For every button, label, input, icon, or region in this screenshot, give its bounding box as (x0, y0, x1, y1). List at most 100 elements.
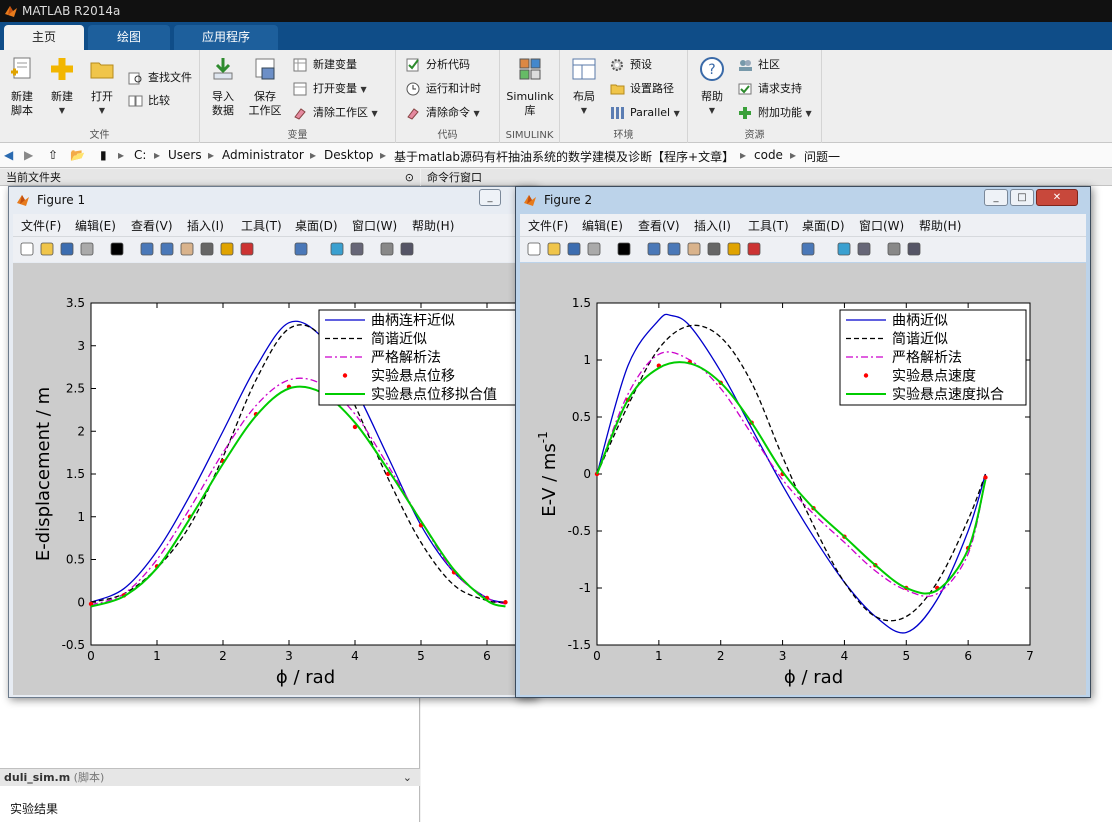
editor-details-header[interactable]: duli_sim.m (脚本) ⌄ (0, 768, 420, 786)
compare-label: 比较 (148, 94, 170, 107)
open-file-icon[interactable] (39, 241, 55, 257)
data-cursor-icon[interactable] (726, 241, 742, 257)
menu-tools[interactable]: 工具(T) (748, 217, 789, 234)
simulink-library-button[interactable]: Simulink 库 (504, 54, 556, 118)
preferences-button[interactable]: 预设 (610, 55, 652, 75)
layout-button[interactable]: 布局 ▼ (564, 54, 604, 118)
menu-desktop[interactable]: 桌面(D) (295, 217, 338, 234)
breadcrumb-c[interactable]: C: (134, 148, 146, 162)
zoom-in-icon[interactable] (139, 241, 155, 257)
colorbar-icon[interactable] (329, 241, 345, 257)
pointer-icon[interactable] (616, 241, 632, 257)
breadcrumb-code[interactable]: code (754, 148, 783, 162)
menu-help[interactable]: 帮助(H) (412, 217, 454, 234)
figure-2-titlebar[interactable]: Figure 2 _ □ ✕ (516, 187, 1090, 213)
link-plot-icon[interactable] (800, 241, 816, 257)
clear-workspace-button[interactable]: 清除工作区 ▼ (293, 103, 378, 123)
menu-file[interactable]: 文件(F) (21, 217, 61, 234)
root-folder-icon[interactable]: ▮ (100, 148, 107, 162)
new-button[interactable]: 新建 ▼ (42, 54, 82, 118)
menu-insert[interactable]: 插入(I) (694, 217, 731, 234)
new-figure-icon[interactable] (526, 241, 542, 257)
breadcrumb-users[interactable]: Users (168, 148, 202, 162)
tab-apps[interactable]: 应用程序 (174, 25, 278, 50)
print-icon[interactable] (586, 241, 602, 257)
help-button[interactable]: ? 帮助 ▼ (692, 54, 732, 118)
menu-desktop[interactable]: 桌面(D) (802, 217, 845, 234)
menu-help[interactable]: 帮助(H) (919, 217, 961, 234)
menu-view[interactable]: 查看(V) (638, 217, 680, 234)
rotate-3d-icon[interactable] (706, 241, 722, 257)
minimize-button[interactable]: _ (984, 189, 1008, 206)
save-workspace-button[interactable]: 保存 工作区 (245, 54, 285, 118)
show-plot-tools-icon[interactable] (399, 241, 415, 257)
menu-window[interactable]: 窗口(W) (859, 217, 904, 234)
pan-icon[interactable] (686, 241, 702, 257)
legend-icon[interactable] (349, 241, 365, 257)
menu-file[interactable]: 文件(F) (528, 217, 568, 234)
breadcrumb-administrator[interactable]: Administrator (222, 148, 304, 162)
open-variable-button[interactable]: 打开变量 ▼ (293, 79, 367, 99)
tab-home[interactable]: 主页 (4, 25, 84, 50)
menu-edit[interactable]: 编辑(E) (582, 217, 623, 234)
hide-plot-tools-icon[interactable] (379, 241, 395, 257)
request-support-button[interactable]: 请求支持 (738, 79, 802, 99)
figure-1-window[interactable]: Figure 1 _ 文件(F) 编辑(E) 查看(V) 插入(I) 工具(T) 桌面(D… (8, 186, 536, 698)
new-variable-button[interactable]: 新建变量 (293, 55, 357, 75)
community-button[interactable]: 社区 (738, 55, 780, 75)
add-ons-button[interactable]: 附加功能 ▼ (738, 103, 812, 123)
zoom-in-icon[interactable] (646, 241, 662, 257)
menu-insert[interactable]: 插入(I) (187, 217, 224, 234)
show-plot-tools-icon[interactable] (906, 241, 922, 257)
zoom-out-icon[interactable] (666, 241, 682, 257)
minimize-button[interactable]: _ (479, 189, 501, 206)
figure-1-titlebar[interactable]: Figure 1 _ (9, 187, 535, 213)
legend-label: 曲柄连杆近似 (371, 313, 455, 329)
rotate-3d-icon[interactable] (199, 241, 215, 257)
breadcrumb-project[interactable]: 基于matlab源码有杆抽油系统的数学建模及诊断【程序+文章】 (394, 148, 734, 165)
browse-folder-icon[interactable]: 📂 (70, 148, 85, 162)
compare-button[interactable]: 比较 (128, 91, 170, 111)
colorbar-icon[interactable] (836, 241, 852, 257)
pointer-icon[interactable] (109, 241, 125, 257)
breadcrumb-question-one[interactable]: 问题一 (804, 148, 840, 165)
chevron-down-icon[interactable]: ⌄ (403, 769, 412, 787)
zoom-out-icon[interactable] (159, 241, 175, 257)
legend-label: 实验悬点速度拟合 (892, 387, 1004, 403)
set-path-button[interactable]: 设置路径 (610, 79, 674, 99)
up-folder-icon[interactable]: ⇧ (48, 148, 58, 162)
save-figure-icon[interactable] (566, 241, 582, 257)
find-files-button[interactable]: 查找文件 (128, 68, 192, 88)
import-data-button[interactable]: 导入 数据 (203, 54, 243, 118)
print-icon[interactable] (79, 241, 95, 257)
menu-tools[interactable]: 工具(T) (241, 217, 282, 234)
data-cursor-icon[interactable] (219, 241, 235, 257)
new-figure-icon[interactable] (19, 241, 35, 257)
tab-plots[interactable]: 绘图 (88, 25, 170, 50)
hide-plot-tools-icon[interactable] (886, 241, 902, 257)
panel-menu-icon[interactable]: ⊙ (405, 169, 414, 186)
matlab-logo-icon (17, 195, 29, 206)
open-file-icon[interactable] (546, 241, 562, 257)
legend-icon[interactable] (856, 241, 872, 257)
clear-commands-button[interactable]: 清除命令 ▼ (406, 103, 480, 123)
brush-icon[interactable] (746, 241, 762, 257)
link-plot-icon[interactable] (293, 241, 309, 257)
forward-arrow-icon[interactable]: ▶ (24, 148, 33, 162)
new-script-button[interactable]: 新建 脚本 (2, 54, 42, 118)
figure-2-window[interactable]: Figure 2 _ □ ✕ 文件(F) 编辑(E) 查看(V) 插入(I) 工具(T)… (515, 186, 1091, 698)
pan-icon[interactable] (179, 241, 195, 257)
parallel-button[interactable]: Parallel ▼ (610, 103, 680, 123)
menu-view[interactable]: 查看(V) (131, 217, 173, 234)
menu-window[interactable]: 窗口(W) (352, 217, 397, 234)
open-button[interactable]: 打开 ▼ (82, 54, 122, 118)
brush-icon[interactable] (239, 241, 255, 257)
menu-edit[interactable]: 编辑(E) (75, 217, 116, 234)
back-arrow-icon[interactable]: ◀ (4, 148, 13, 162)
maximize-button[interactable]: □ (1010, 189, 1034, 206)
close-button[interactable]: ✕ (1036, 189, 1078, 206)
analyze-code-button[interactable]: 分析代码 (406, 55, 470, 75)
save-figure-icon[interactable] (59, 241, 75, 257)
breadcrumb-desktop[interactable]: Desktop (324, 148, 374, 162)
run-and-time-button[interactable]: 运行和计时 (406, 79, 481, 99)
